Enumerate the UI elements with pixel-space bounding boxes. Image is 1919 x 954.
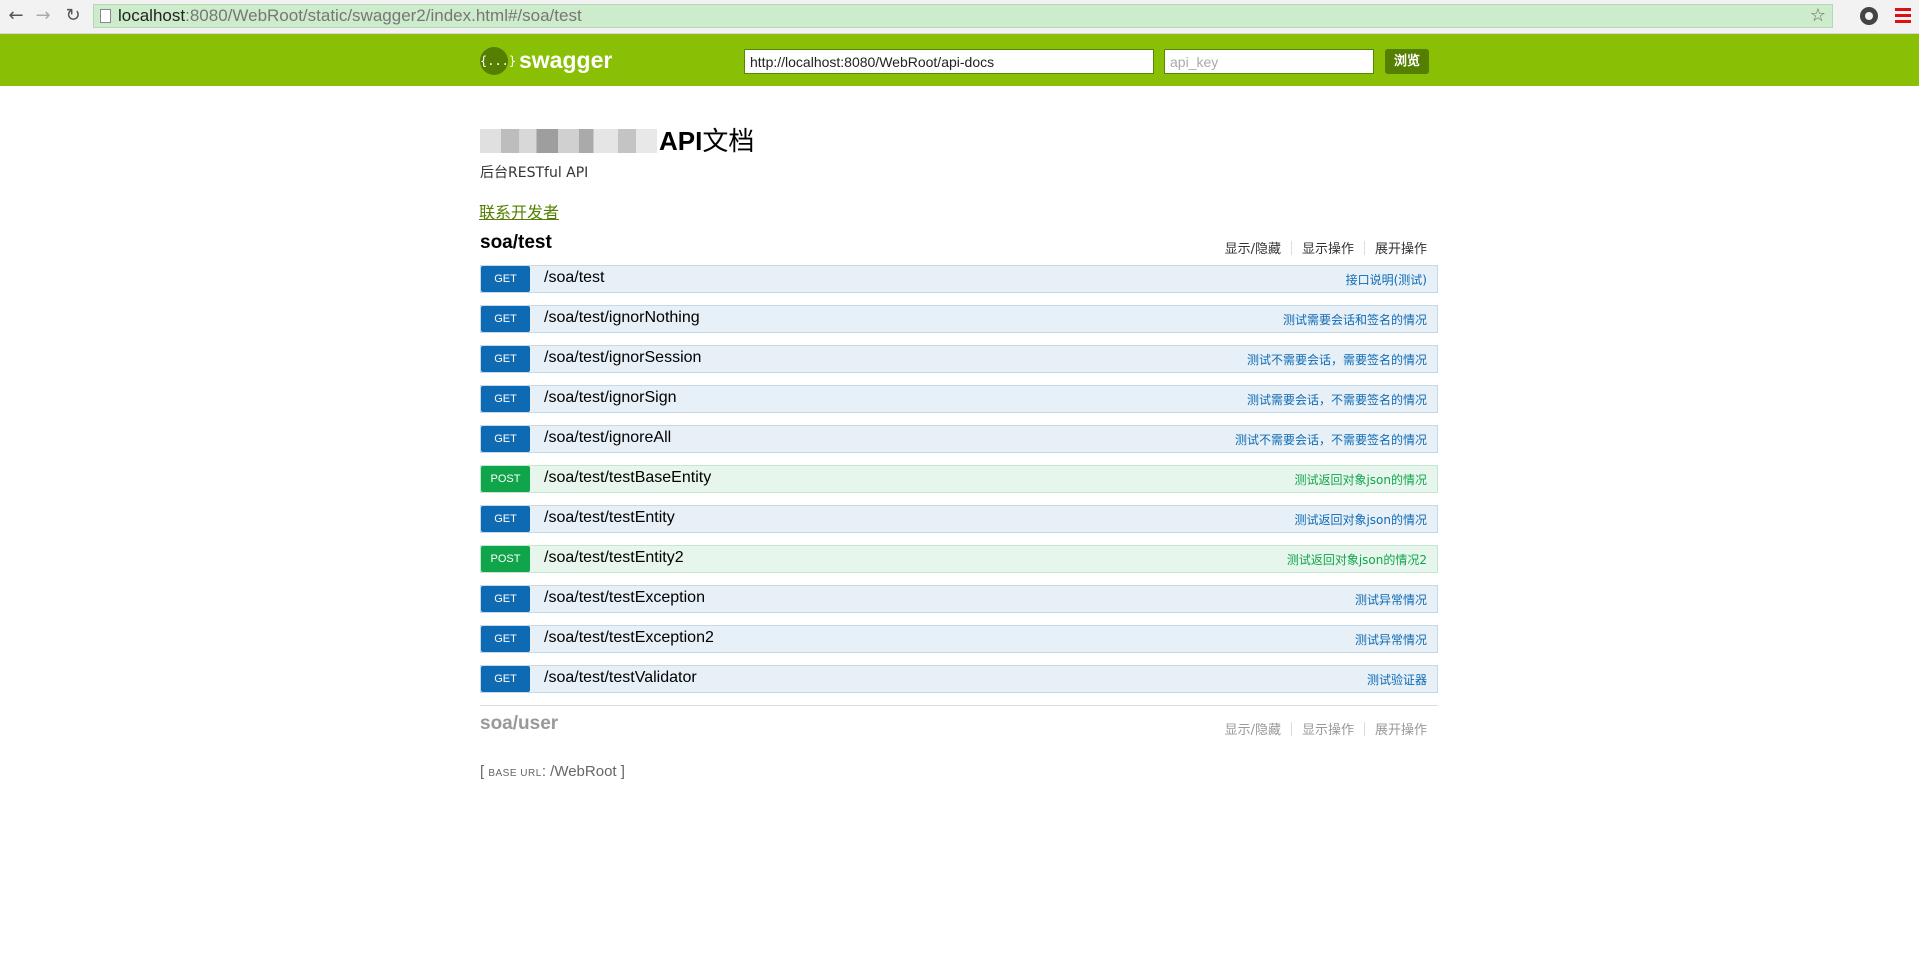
api-key-input[interactable] (1164, 49, 1374, 74)
operation-row[interactable]: GET/soa/test/testValidator 测试验证器 (480, 665, 1438, 693)
operation-path[interactable]: /soa/test/testBaseEntity (544, 469, 711, 487)
base-url: [ BASE URL: /WebRoot ] (480, 763, 625, 780)
operation-path[interactable]: /soa/test/ignorNothing (544, 309, 700, 327)
operation-summary[interactable]: 测试不需要会话，不需要签名的情况 (1235, 431, 1427, 448)
http-method-badge[interactable]: GET (481, 346, 530, 372)
operation-summary[interactable]: 测试需要会话和签名的情况 (1283, 311, 1427, 328)
swagger-logo-text[interactable]: swagger (519, 47, 612, 74)
http-method-badge[interactable]: GET (481, 586, 530, 612)
api-description: 后台RESTful API (480, 165, 589, 181)
http-method-badge[interactable]: GET (481, 386, 530, 412)
list-operations[interactable]: 显示操作 (1302, 723, 1354, 738)
operation-summary[interactable]: 测试验证器 (1367, 671, 1427, 688)
explore-button[interactable]: 浏览 (1385, 49, 1429, 74)
operation-summary[interactable]: 测试异常情况 (1355, 631, 1427, 648)
operation-path[interactable]: /soa/test/testException2 (544, 629, 714, 647)
address-bar[interactable]: localhost:8080/WebRoot/static/swagger2/i… (93, 4, 1833, 28)
operation-row[interactable]: GET/soa/test/testEntity 测试返回对象json的情况 (480, 505, 1438, 533)
swagger-logo-icon[interactable]: {...} (480, 47, 516, 75)
operation-path[interactable]: /soa/test (544, 269, 604, 287)
arrow-right-icon[interactable]: → (33, 6, 53, 26)
url-path: :8080/WebRoot/static/swagger2/index.html… (185, 6, 582, 25)
swagger-header: {...} swagger 浏览 (0, 34, 1919, 86)
operation-summary[interactable]: 测试返回对象json的情况 (1294, 511, 1427, 528)
browser-toolbar: ← → ↻ localhost:8080/WebRoot/static/swag… (0, 0, 1919, 34)
expand-operations[interactable]: 展开操作 (1375, 723, 1427, 738)
page-title: API文档 (480, 121, 754, 158)
operation-path[interactable]: /soa/test/testException (544, 589, 705, 607)
resource-actions-soa-user: 显示/隐藏 显示操作 展开操作 (1225, 719, 1427, 738)
http-method-badge[interactable]: GET (481, 306, 530, 332)
address-url[interactable]: localhost:8080/WebRoot/static/swagger2/i… (118, 7, 582, 25)
operation-path[interactable]: /soa/test/ignorSession (544, 349, 701, 367)
operation-row[interactable]: GET/soa/test/ignorNothing 测试需要会话和签名的情况 (480, 305, 1438, 333)
url-host: localhost (118, 6, 186, 25)
operation-summary[interactable]: 测试不需要会话，需要签名的情况 (1247, 351, 1427, 368)
operation-row[interactable]: GET/soa/test/testException2 测试异常情况 (480, 625, 1438, 653)
operation-row[interactable]: GET/soa/test/ignorSession 测试不需要会话，需要签名的情况 (480, 345, 1438, 373)
http-method-badge[interactable]: POST (481, 466, 530, 492)
list-operations[interactable]: 显示操作 (1302, 242, 1354, 257)
toggle-show-hide[interactable]: 显示/隐藏 (1225, 723, 1281, 738)
operation-row[interactable]: POST/soa/test/testEntity2 测试返回对象json的情况2 (480, 545, 1438, 573)
operation-path[interactable]: /soa/test/ignorSign (544, 389, 677, 407)
resource-heading-soa-test[interactable]: soa/test (480, 232, 552, 254)
arrow-left-icon[interactable]: ← (6, 6, 26, 26)
operation-row[interactable]: POST/soa/test/testBaseEntity 测试返回对象json的情… (480, 465, 1438, 493)
http-method-badge[interactable]: GET (481, 626, 530, 652)
http-method-badge[interactable]: GET (481, 426, 530, 452)
contact-developer-link[interactable]: 联系开发者 (479, 199, 559, 223)
reload-icon[interactable]: ↻ (63, 6, 83, 26)
operation-path[interactable]: /soa/test/ignoreAll (544, 429, 671, 447)
http-method-badge[interactable]: GET (481, 506, 530, 532)
operation-path[interactable]: /soa/test/testEntity (544, 509, 675, 527)
star-icon[interactable]: ☆ (1810, 5, 1826, 27)
resource-heading-soa-user[interactable]: soa/user (480, 713, 558, 735)
resource-divider (480, 705, 1438, 706)
operation-row[interactable]: GET/soa/test 接口说明(测试) (480, 265, 1438, 293)
expand-operations[interactable]: 展开操作 (1375, 242, 1427, 257)
operation-row[interactable]: GET/soa/test/testException 测试异常情况 (480, 585, 1438, 613)
http-method-badge[interactable]: POST (481, 546, 530, 572)
operation-summary[interactable]: 接口说明(测试) (1346, 271, 1427, 288)
resource-actions-soa-test: 显示/隐藏 显示操作 展开操作 (1225, 238, 1427, 257)
extension-icon[interactable] (1860, 7, 1878, 25)
operation-summary[interactable]: 测试返回对象json的情况2 (1287, 551, 1427, 568)
http-method-badge[interactable]: GET (481, 266, 530, 292)
base-url-value: /WebRoot (550, 763, 617, 780)
operation-row[interactable]: GET/soa/test/ignorSign 测试需要会话，不需要签名的情况 (480, 385, 1438, 413)
operation-row[interactable]: GET/soa/test/ignoreAll 测试不需要会话，不需要签名的情况 (480, 425, 1438, 453)
redacted-title-block (480, 129, 657, 153)
menu-icon[interactable] (1895, 8, 1911, 24)
operation-summary[interactable]: 测试异常情况 (1355, 591, 1427, 608)
toggle-show-hide[interactable]: 显示/隐藏 (1225, 242, 1281, 257)
http-method-badge[interactable]: GET (481, 666, 530, 692)
operation-path[interactable]: /soa/test/testEntity2 (544, 549, 684, 567)
page-icon (100, 9, 111, 23)
api-url-input[interactable] (744, 49, 1154, 74)
operation-path[interactable]: /soa/test/testValidator (544, 669, 697, 687)
operation-summary[interactable]: 测试需要会话，不需要签名的情况 (1247, 391, 1427, 408)
operation-summary[interactable]: 测试返回对象json的情况 (1294, 471, 1427, 488)
